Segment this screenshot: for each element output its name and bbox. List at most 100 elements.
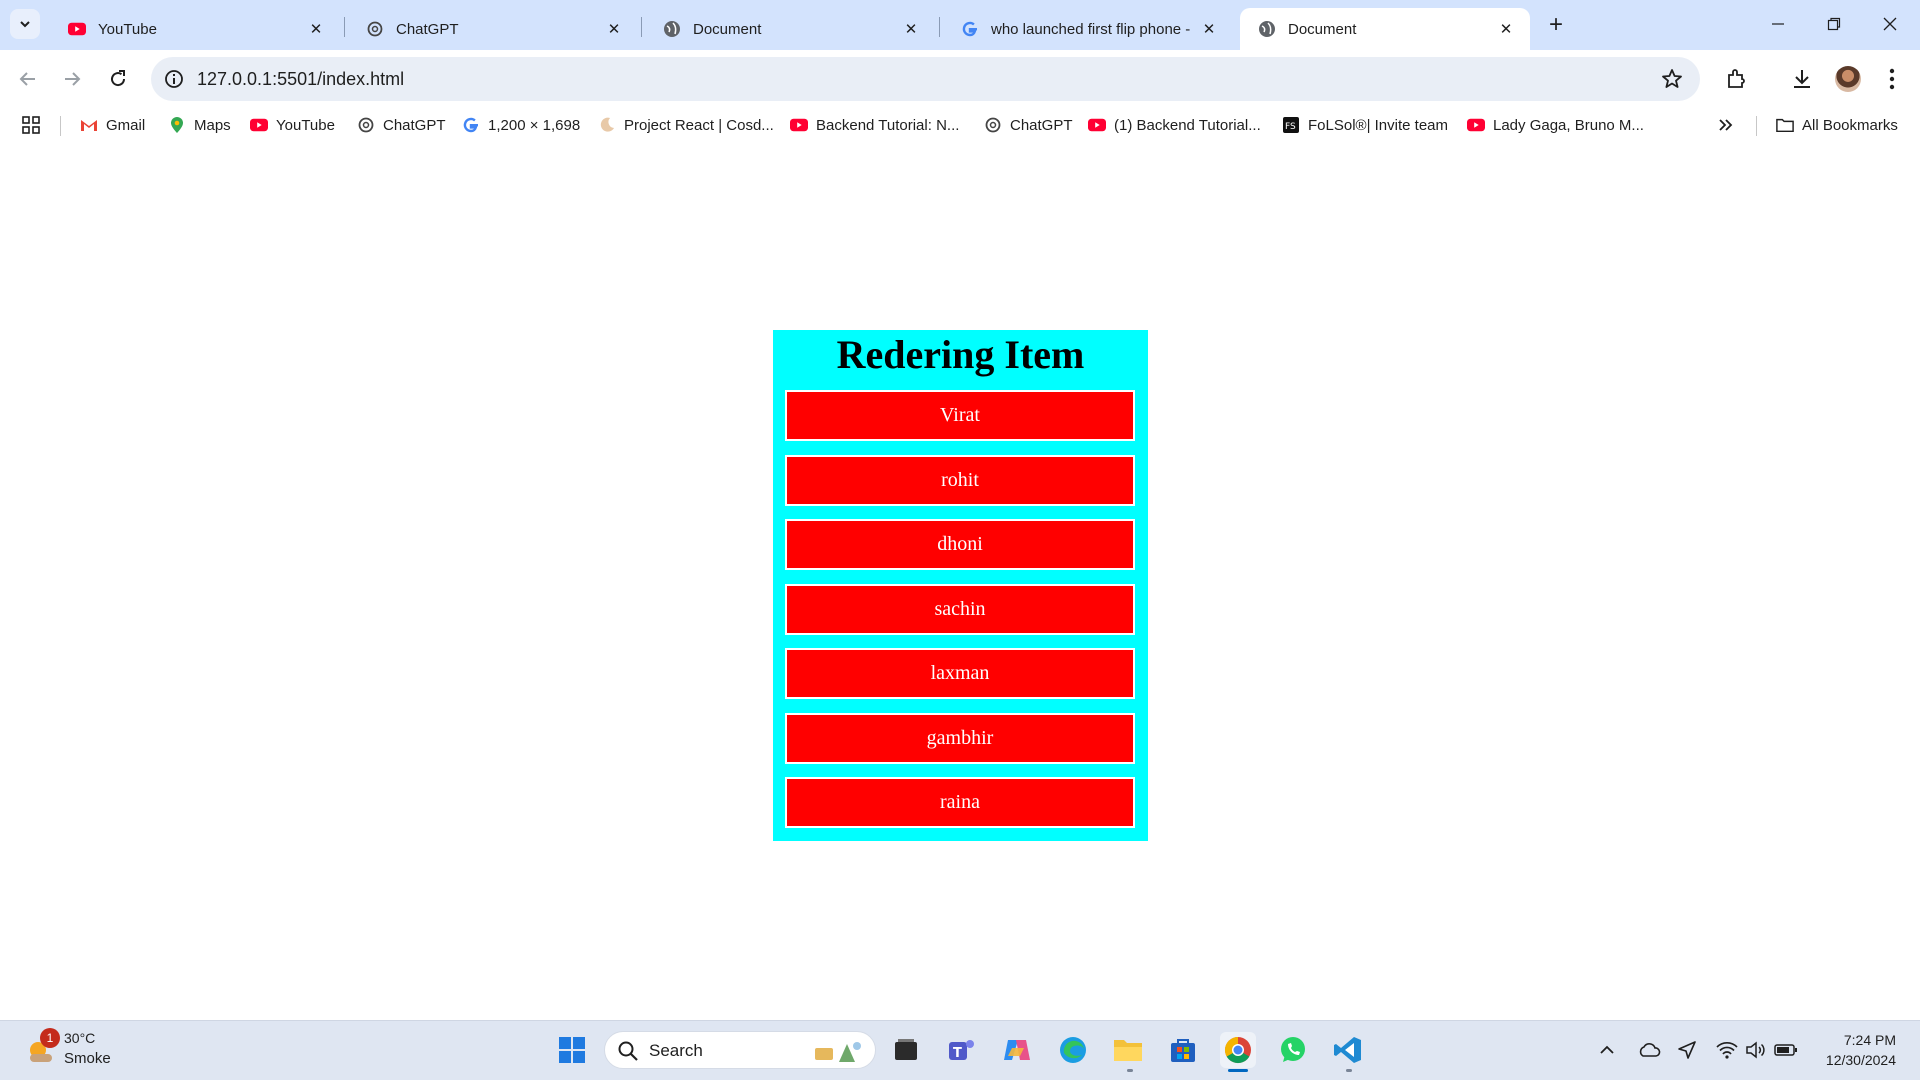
bookmark-gmail[interactable]: Gmail [80,114,145,136]
close-window-button[interactable] [1862,0,1918,48]
start-button[interactable] [554,1032,590,1068]
battery-icon [1774,1044,1797,1056]
windows-start-icon [559,1037,585,1063]
tab-youtube[interactable]: YouTube ✕ [50,8,340,50]
bookmark-star-icon[interactable] [1660,67,1684,91]
all-bookmarks-label: All Bookmarks [1802,116,1898,134]
close-icon[interactable]: ✕ [306,19,326,39]
wifi-button[interactable] [1714,1037,1740,1063]
tab-divider [344,17,345,37]
svg-text:T: T [953,1046,962,1061]
wifi-icon [1716,1041,1738,1059]
puzzle-icon [1728,69,1745,88]
store-icon [1171,1039,1195,1062]
all-bookmarks-button[interactable]: All Bookmarks [1776,114,1898,136]
bookmark-label: Backend Tutorial: N... [816,116,960,134]
whatsapp-icon [1281,1037,1305,1062]
taskbar-search[interactable]: Search [604,1031,876,1069]
svg-text:FS: FS [1285,122,1296,132]
chrome-icon [1224,1036,1251,1064]
close-icon[interactable]: ✕ [1496,19,1516,39]
store-button[interactable] [1165,1032,1201,1068]
bookmark-lady-gaga[interactable]: Lady Gaga, Bruno M... [1467,114,1644,136]
bookmark-google-image[interactable]: 1,200 × 1,698 [462,114,580,136]
tab-search-button[interactable] [10,9,40,39]
apps-grid-icon [22,116,40,134]
speaker-icon [1746,1041,1765,1059]
file-explorer-button[interactable] [1110,1032,1146,1068]
back-button[interactable] [13,64,43,94]
bookmark-label: YouTube [276,116,335,134]
new-tab-button[interactable]: + [1542,11,1570,39]
minimize-button[interactable] [1750,0,1806,48]
close-icon[interactable]: ✕ [1199,19,1219,39]
teams-button[interactable]: T [944,1032,980,1068]
tab-document[interactable]: Document ✕ [645,8,935,50]
google-icon [462,116,480,134]
close-icon [1883,17,1897,31]
bookmark-chatgpt-2[interactable]: ChatGPT [984,114,1073,136]
bookmark-maps[interactable]: Maps [168,114,231,136]
edge-icon [1060,1037,1086,1063]
reload-icon [111,70,126,87]
tab-divider [641,17,642,37]
rendering-panel: Redering Item Virat rohit dhoni sachin l… [773,330,1148,841]
bookmark-label: FoLSol®| Invite team [1308,116,1449,134]
whatsapp-button[interactable] [1275,1032,1311,1068]
more-bookmarks-button[interactable] [1718,114,1734,136]
chrome-button[interactable] [1220,1032,1256,1068]
downloads-button[interactable] [1788,65,1816,93]
reload-button[interactable] [103,64,133,94]
url-text[interactable]: 127.0.0.1:5501/index.html [197,69,404,90]
restore-button[interactable] [1806,0,1862,48]
bookmark-folsol[interactable]: FS FoLSol®| Invite team [1282,114,1448,136]
chatgpt-icon [366,20,384,38]
extensions-button[interactable] [1722,65,1750,93]
bookmark-chatgpt[interactable]: ChatGPT [357,114,446,136]
site-info-icon[interactable] [163,68,185,90]
search-label: Search [649,1041,703,1060]
forward-button[interactable] [57,64,87,94]
task-view-button[interactable] [888,1032,924,1068]
volume-button[interactable] [1743,1037,1769,1063]
tab-chatgpt[interactable]: ChatGPT ✕ [348,8,638,50]
copilot-button[interactable] [999,1032,1035,1068]
bookmark-label: Project React | Cosd... [624,116,774,134]
minimize-icon [1772,23,1784,25]
bookmark-youtube[interactable]: YouTube [250,114,335,136]
menu-button[interactable] [1878,65,1906,93]
close-icon[interactable]: ✕ [901,19,921,39]
vscode-button[interactable] [1330,1032,1366,1068]
gmail-icon [80,116,98,134]
show-hidden-icons-button[interactable] [1594,1037,1620,1063]
apps-button[interactable] [22,114,40,136]
profile-avatar[interactable] [1835,66,1861,92]
youtube-icon [790,116,808,134]
bookmark-backend-tutorial[interactable]: Backend Tutorial: N... [790,114,959,136]
tab-document-active[interactable]: Document ✕ [1240,8,1530,50]
bookmark-label: 1,200 × 1,698 [488,116,581,134]
weather-widget[interactable]: 1 30°C Smoke [22,1028,142,1072]
weather-temp: 30°C [64,1030,96,1046]
tab-title: who launched first flip phone - [991,20,1191,38]
battery-button[interactable] [1773,1037,1799,1063]
google-icon [961,20,979,38]
moon-icon [598,116,616,134]
bookmark-backend-tutorial-2[interactable]: (1) Backend Tutorial... [1088,114,1261,136]
onedrive-button[interactable] [1636,1037,1662,1063]
taskbar-clock[interactable]: 7:24 PM 12/30/2024 [1826,1030,1896,1070]
address-bar[interactable]: 127.0.0.1:5501/index.html [151,57,1700,101]
list-item: rohit [785,454,1135,506]
tab-google-search[interactable]: who launched first flip phone - ✕ [943,8,1233,50]
list-item: Virat [785,390,1135,441]
tab-title: YouTube [98,20,157,38]
bookmark-label: ChatGPT [1010,116,1073,134]
tab-title: Document [1288,20,1357,38]
cloud-icon [1639,1043,1661,1057]
task-view-icon [895,1039,917,1060]
vscode-icon [1334,1037,1361,1063]
bookmark-project-react[interactable]: Project React | Cosd... [598,114,774,136]
close-icon[interactable]: ✕ [604,19,624,39]
edge-button[interactable] [1055,1032,1091,1068]
location-button[interactable] [1674,1037,1700,1063]
